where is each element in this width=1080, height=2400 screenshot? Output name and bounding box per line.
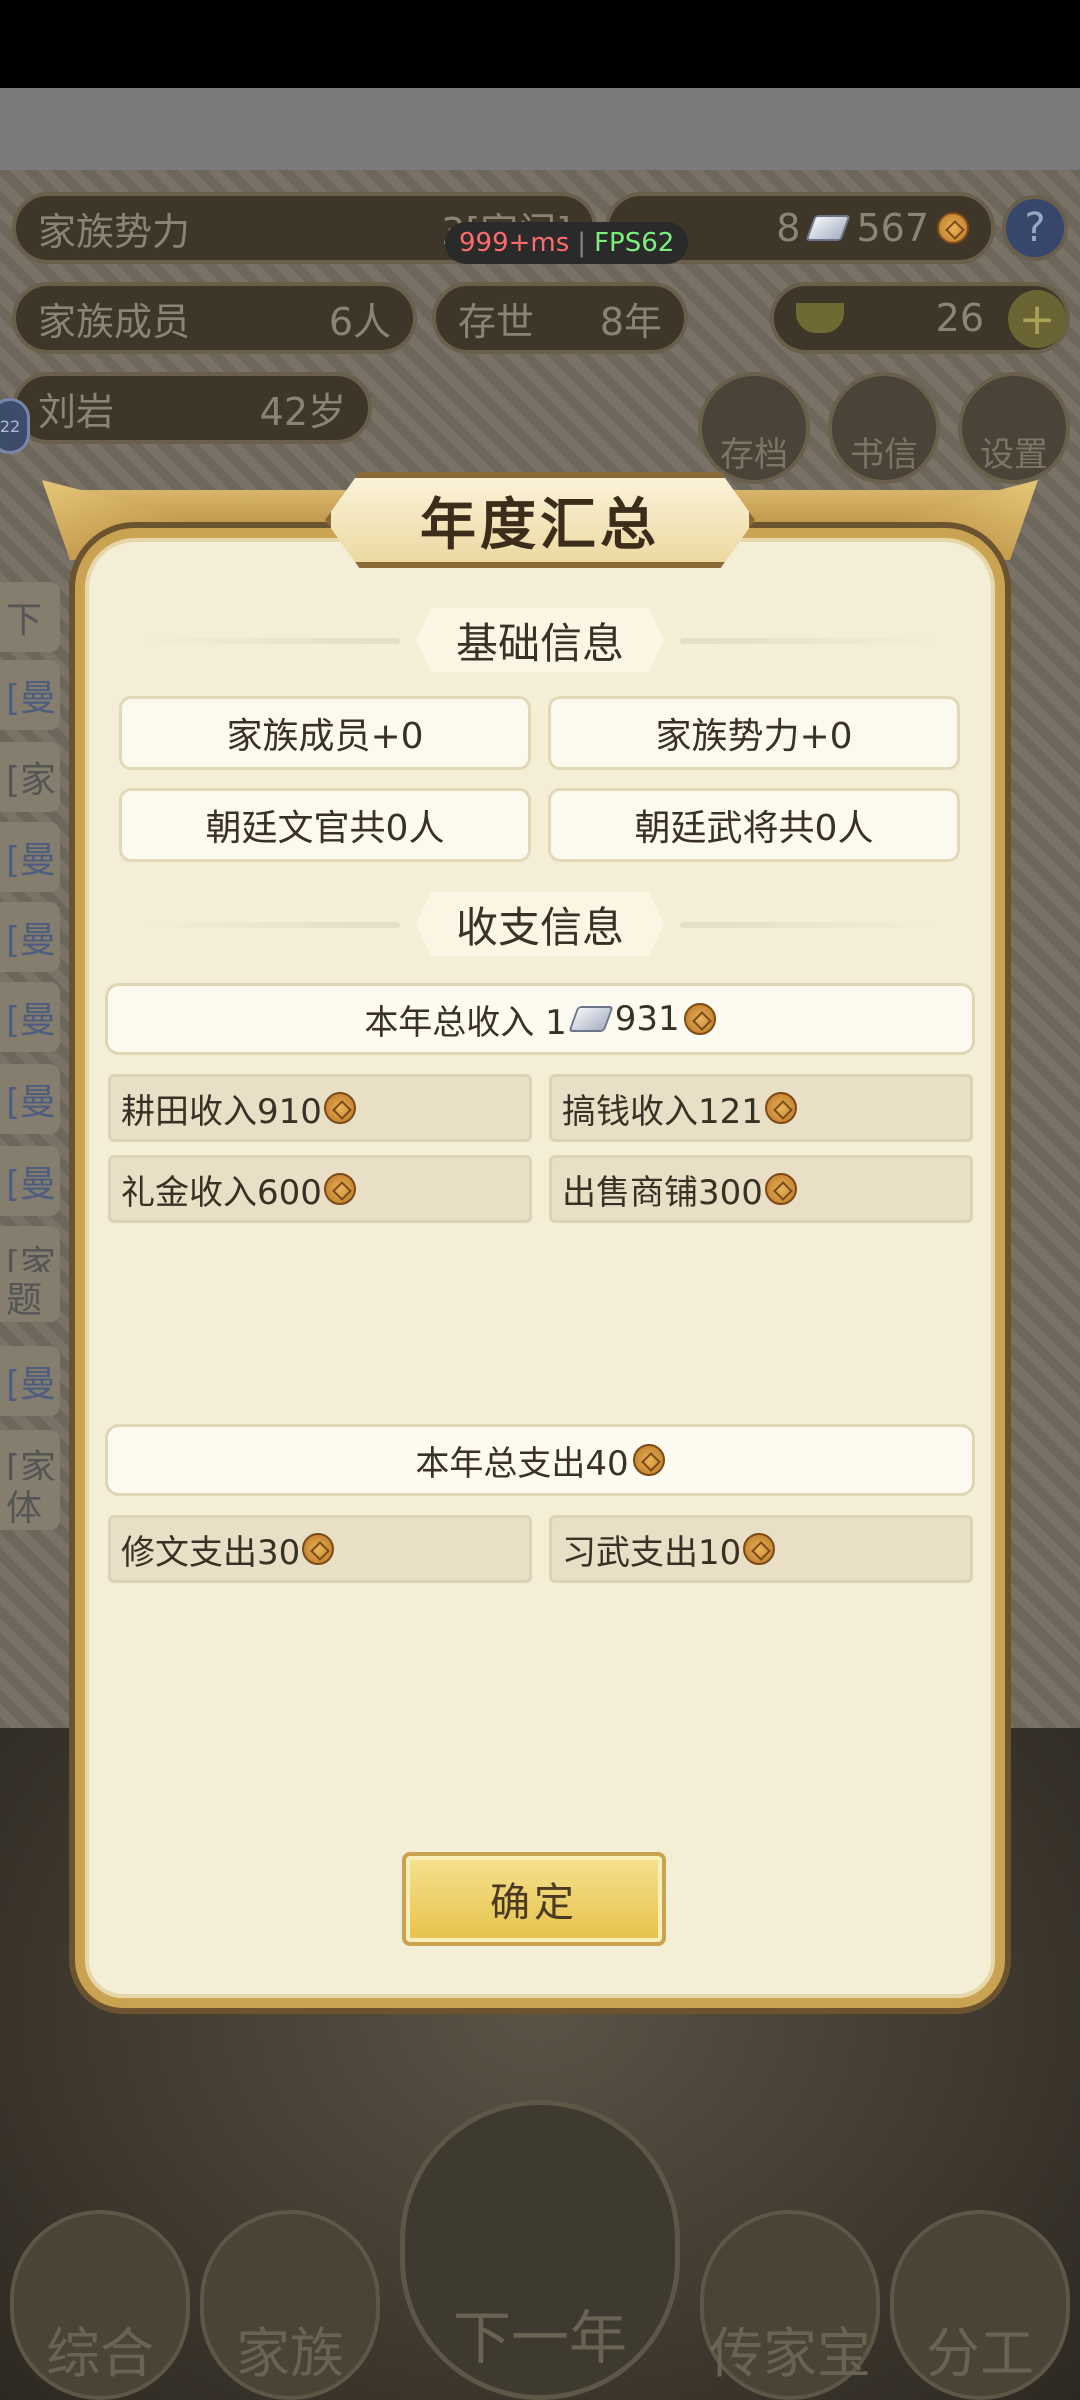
clan-members-label: 家族成员 xyxy=(38,299,191,344)
coin-icon xyxy=(302,1533,335,1565)
expense-item-label: 习武支出10 xyxy=(562,1532,742,1573)
generation-pill: 存世 8年 xyxy=(432,282,688,354)
separator: | xyxy=(577,228,587,258)
income-item-label: 出售商铺300 xyxy=(562,1172,763,1213)
coin-icon xyxy=(937,212,969,244)
log-line: [曼 xyxy=(0,1146,60,1216)
nav-next-year-label: 下一年 xyxy=(452,2304,627,2372)
silver-icon xyxy=(568,1006,614,1032)
silver-count: 8 xyxy=(776,206,801,250)
income-total-value: 931 xyxy=(614,999,680,1039)
leader-name: 刘岩 xyxy=(38,389,115,434)
expense-item-study: 修文支出30 xyxy=(108,1515,532,1583)
letter-button-label: 书信 xyxy=(850,435,918,475)
income-item-label: 礼金收入600 xyxy=(121,1172,322,1213)
log-line: [曼 xyxy=(0,660,60,730)
nav-assignment-label: 分工 xyxy=(926,2322,1034,2385)
divider xyxy=(680,638,940,644)
income-total: 本年总收入 1 931 xyxy=(105,983,975,1055)
save-button-label: 存档 xyxy=(720,435,788,475)
coin-icon xyxy=(632,1444,665,1476)
income-item-label: 耕田收入910 xyxy=(121,1091,322,1132)
silver-icon xyxy=(805,215,852,241)
log-line: [曼 xyxy=(0,902,60,972)
basic-item-civil-officials: 朝廷文官共0人 xyxy=(119,788,531,862)
divider xyxy=(140,638,400,644)
expense-item-martial: 习武支出10 xyxy=(549,1515,973,1583)
log-line: 体 xyxy=(0,1480,60,1530)
nav-heirloom[interactable]: 传家宝 xyxy=(700,2210,880,2400)
nav-next-year[interactable]: 下一年 xyxy=(400,2100,680,2400)
income-item-money-making: 搞钱收入121 xyxy=(549,1074,973,1142)
save-button[interactable]: 存档 xyxy=(698,372,810,484)
coin-icon xyxy=(764,1092,797,1124)
help-button[interactable]: ? xyxy=(1002,195,1068,261)
coin-icon xyxy=(743,1533,776,1565)
basic-item-members: 家族成员+0 xyxy=(119,696,531,770)
coin-icon xyxy=(764,1173,797,1205)
leader-age: 42岁 xyxy=(259,389,346,434)
income-total-label: 本年总收入 1 xyxy=(364,1002,567,1043)
basic-item-power: 家族势力+0 xyxy=(548,696,960,770)
gold-count: 26 xyxy=(935,296,984,340)
income-item-shop-sale: 出售商铺300 xyxy=(549,1155,973,1223)
finance-info-label: 收支信息 xyxy=(415,892,664,956)
basic-info-header: 基础信息 xyxy=(140,608,940,672)
copper-count: 567 xyxy=(856,206,929,250)
log-line: [曼 xyxy=(0,982,60,1052)
clan-power-label: 家族势力 xyxy=(38,209,191,254)
finance-info-header: 收支信息 xyxy=(140,892,940,956)
settings-button-label: 设置 xyxy=(980,435,1048,475)
income-item-gifts: 礼金收入600 xyxy=(108,1155,532,1223)
log-line: 下 xyxy=(0,582,60,652)
add-gold-button[interactable]: + xyxy=(1008,290,1066,348)
leader-pill[interactable]: 刘岩 42岁 xyxy=(12,372,372,444)
ping-value: 999+ms xyxy=(459,228,570,258)
nav-assignment[interactable]: 分工 xyxy=(890,2210,1070,2400)
bottom-nav: 综合 家族 下一年 传家宝 分工 xyxy=(0,2100,1080,2400)
expense-total: 本年总支出40 xyxy=(105,1424,975,1496)
log-line: [曼 xyxy=(0,822,60,892)
expense-total-label: 本年总支出40 xyxy=(415,1443,629,1484)
network-fps-indicator: 999+ms | FPS62 xyxy=(445,222,689,264)
nav-overview[interactable]: 综合 xyxy=(10,2210,190,2400)
income-item-farming: 耕田收入910 xyxy=(108,1074,532,1142)
log-line: [家 xyxy=(0,742,60,812)
coin-icon xyxy=(323,1092,356,1124)
nav-clan[interactable]: 家族 xyxy=(200,2210,380,2400)
log-line: 题 xyxy=(0,1272,60,1322)
confirm-button[interactable]: 确定 xyxy=(402,1852,666,1946)
log-line: [曼 xyxy=(0,1064,60,1134)
nav-clan-label: 家族 xyxy=(236,2322,344,2385)
generation-value: 8年 xyxy=(599,299,662,344)
expense-item-label: 修文支出30 xyxy=(121,1532,301,1573)
log-line: [曼 xyxy=(0,1346,60,1416)
nav-overview-label: 综合 xyxy=(46,2322,154,2385)
nav-heirloom-label: 传家宝 xyxy=(709,2322,871,2385)
top-band xyxy=(0,88,1080,170)
coin-icon xyxy=(323,1173,356,1205)
divider xyxy=(680,922,940,928)
basic-item-military-generals: 朝廷武将共0人 xyxy=(548,788,960,862)
clan-members-pill[interactable]: 家族成员 6人 xyxy=(12,282,417,354)
settings-button[interactable]: 设置 xyxy=(958,372,1070,484)
generation-label: 存世 xyxy=(458,299,535,344)
income-item-label: 搞钱收入121 xyxy=(562,1091,763,1132)
divider xyxy=(140,922,400,928)
level-badge: 22 xyxy=(0,398,30,454)
status-bar xyxy=(0,0,1080,88)
clan-members-value: 6人 xyxy=(328,299,391,344)
modal-title: 年度汇总 xyxy=(325,472,755,568)
letter-button[interactable]: 书信 xyxy=(828,372,940,484)
coin-icon xyxy=(683,1003,716,1035)
fps-value: FPS62 xyxy=(594,228,675,258)
gold-ingot-icon xyxy=(796,303,844,333)
basic-info-label: 基础信息 xyxy=(415,608,664,672)
